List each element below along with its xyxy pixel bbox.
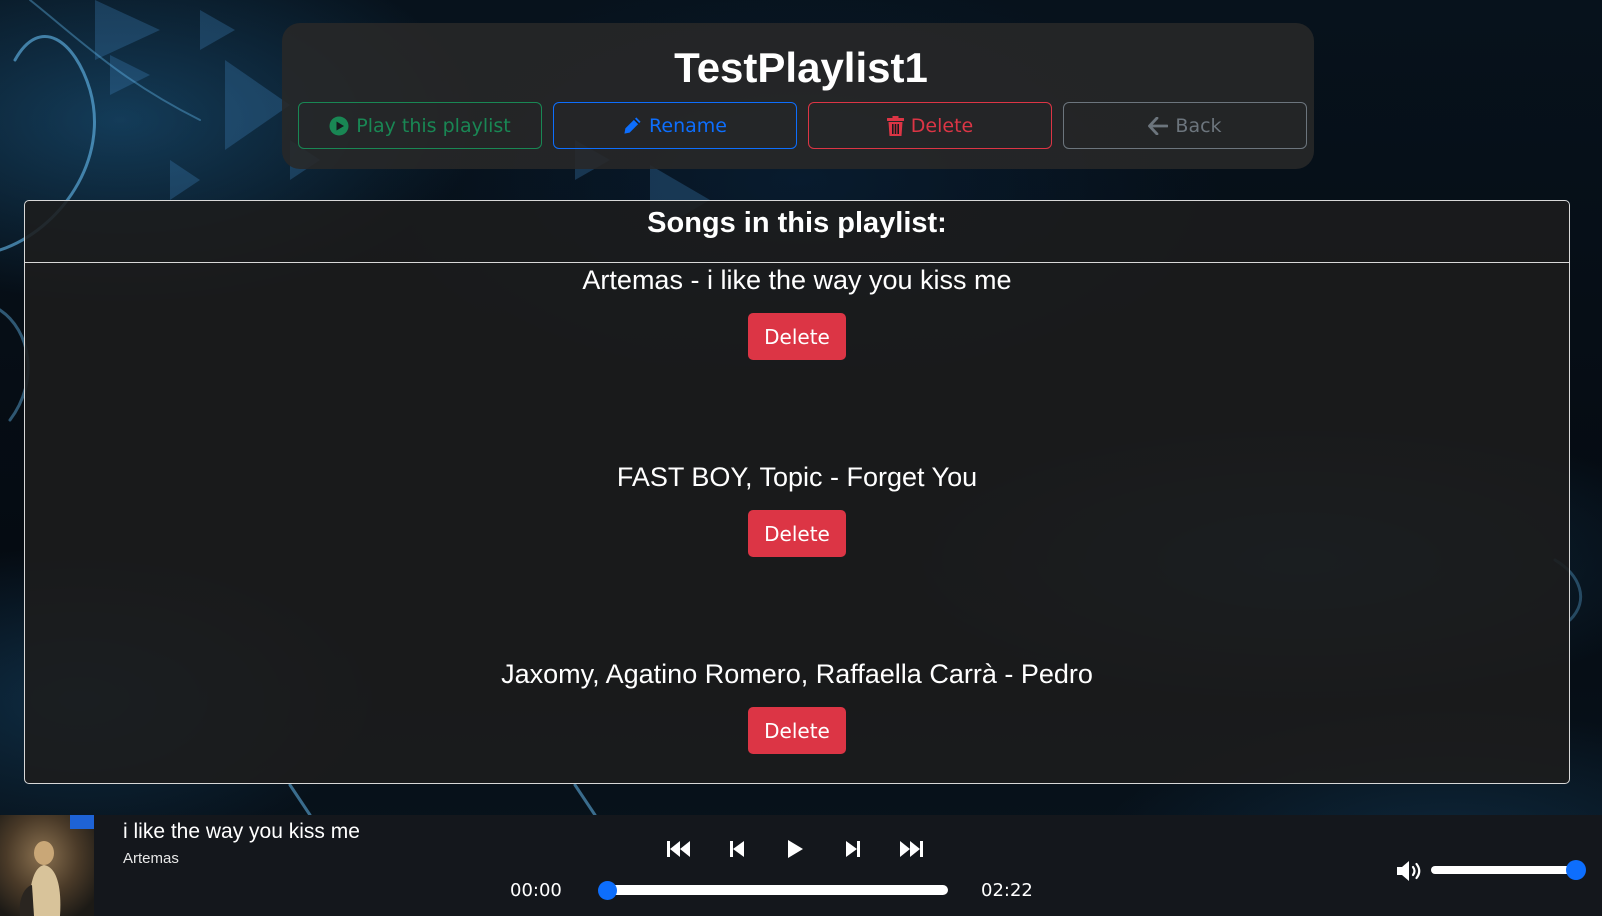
skip-to-end-icon: [900, 841, 923, 857]
delete-song-button[interactable]: Delete: [748, 313, 846, 360]
song-item: Artemas - i like the way you kiss me Del…: [25, 265, 1569, 360]
skip-to-start-button[interactable]: [650, 831, 708, 867]
rename-label: Rename: [649, 114, 727, 137]
songs-card: Songs in this playlist: Artemas - i like…: [24, 200, 1570, 784]
delete-song-button[interactable]: Delete: [748, 510, 846, 557]
play-icon: [788, 840, 803, 858]
player-bar: i like the way you kiss me Artemas 00:00…: [0, 815, 1602, 916]
skip-to-start-icon: [667, 841, 690, 857]
seek-thumb[interactable]: [598, 881, 617, 900]
delete-playlist-label: Delete: [910, 114, 974, 137]
previous-icon: [730, 841, 744, 857]
song-item: Jaxomy, Agatino Romero, Raffaella Carrà …: [25, 659, 1569, 754]
current-time: 00:00: [510, 880, 562, 901]
song-item: FAST BOY, Topic - Forget You Delete: [25, 462, 1569, 557]
trash-icon: [886, 115, 904, 136]
previous-button[interactable]: [708, 831, 766, 867]
play-playlist-button[interactable]: Play this playlist: [298, 102, 542, 149]
next-icon: [846, 841, 860, 857]
page-title: TestPlaylist1: [674, 44, 928, 91]
song-name: Artemas - i like the way you kiss me: [582, 265, 1012, 295]
back-label: Back: [1175, 114, 1222, 137]
delete-playlist-button[interactable]: Delete: [808, 102, 1052, 149]
back-button[interactable]: Back: [1063, 102, 1307, 149]
play-playlist-label: Play this playlist: [356, 114, 511, 137]
volume-thumb[interactable]: [1566, 860, 1586, 880]
track-title: i like the way you kiss me: [123, 820, 360, 843]
pencil-icon: [624, 117, 641, 134]
volume-track: [1431, 866, 1578, 874]
track-artist: Artemas: [123, 850, 179, 867]
songs-header: Songs in this playlist:: [25, 201, 1569, 263]
playlist-actions: Play this playlist Rename Delete Back: [298, 102, 1307, 149]
play-circle-icon: [329, 116, 349, 135]
song-name: FAST BOY, Topic - Forget You: [616, 462, 978, 492]
volume-slider[interactable]: [1431, 859, 1586, 881]
play-button[interactable]: [766, 831, 824, 867]
next-button[interactable]: [824, 831, 882, 867]
arrow-left-icon: [1148, 116, 1169, 135]
seek-track: [600, 885, 948, 895]
rename-button[interactable]: Rename: [553, 102, 797, 149]
songs-heading: Songs in this playlist:: [647, 207, 947, 239]
song-name: Jaxomy, Agatino Romero, Raffaella Carrà …: [501, 659, 1093, 689]
album-cover: [0, 815, 94, 916]
delete-song-button[interactable]: Delete: [748, 707, 846, 754]
volume-button[interactable]: [1396, 860, 1424, 886]
transport-controls: [650, 831, 940, 867]
total-time: 02:22: [981, 880, 1033, 901]
volume-icon: [1397, 861, 1421, 881]
seek-slider[interactable]: [598, 878, 948, 902]
skip-to-end-button[interactable]: [882, 831, 940, 867]
